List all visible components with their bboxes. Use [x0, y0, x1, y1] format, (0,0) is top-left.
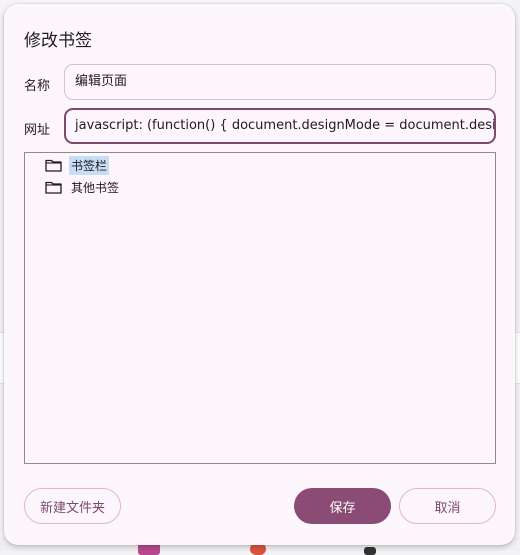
folder-item-other-bookmarks[interactable]: 其他书签	[45, 177, 121, 197]
name-field[interactable]: 编辑页面	[64, 64, 496, 100]
url-field[interactable]: javascript: (function() { document.desig…	[64, 108, 496, 144]
dialog-title: 修改书签	[24, 31, 92, 51]
folder-icon	[45, 181, 62, 194]
url-label: 网址	[24, 123, 51, 138]
new-folder-button[interactable]: 新建文件夹	[24, 488, 121, 524]
edit-bookmark-dialog: 修改书签 名称 编辑页面 网址 javascript: (function() …	[4, 4, 515, 545]
cancel-button[interactable]: 取消	[399, 488, 496, 524]
background-tab-icon	[364, 547, 376, 555]
folder-label: 书签栏	[69, 155, 110, 175]
folder-label: 其他书签	[71, 180, 120, 195]
folder-tree[interactable]: 书签栏 其他书签	[24, 152, 496, 464]
folder-icon	[45, 159, 62, 172]
folder-item-bookmarks-bar[interactable]: 书签栏	[45, 155, 110, 175]
save-button[interactable]: 保存	[294, 488, 391, 524]
name-label: 名称	[24, 79, 51, 94]
